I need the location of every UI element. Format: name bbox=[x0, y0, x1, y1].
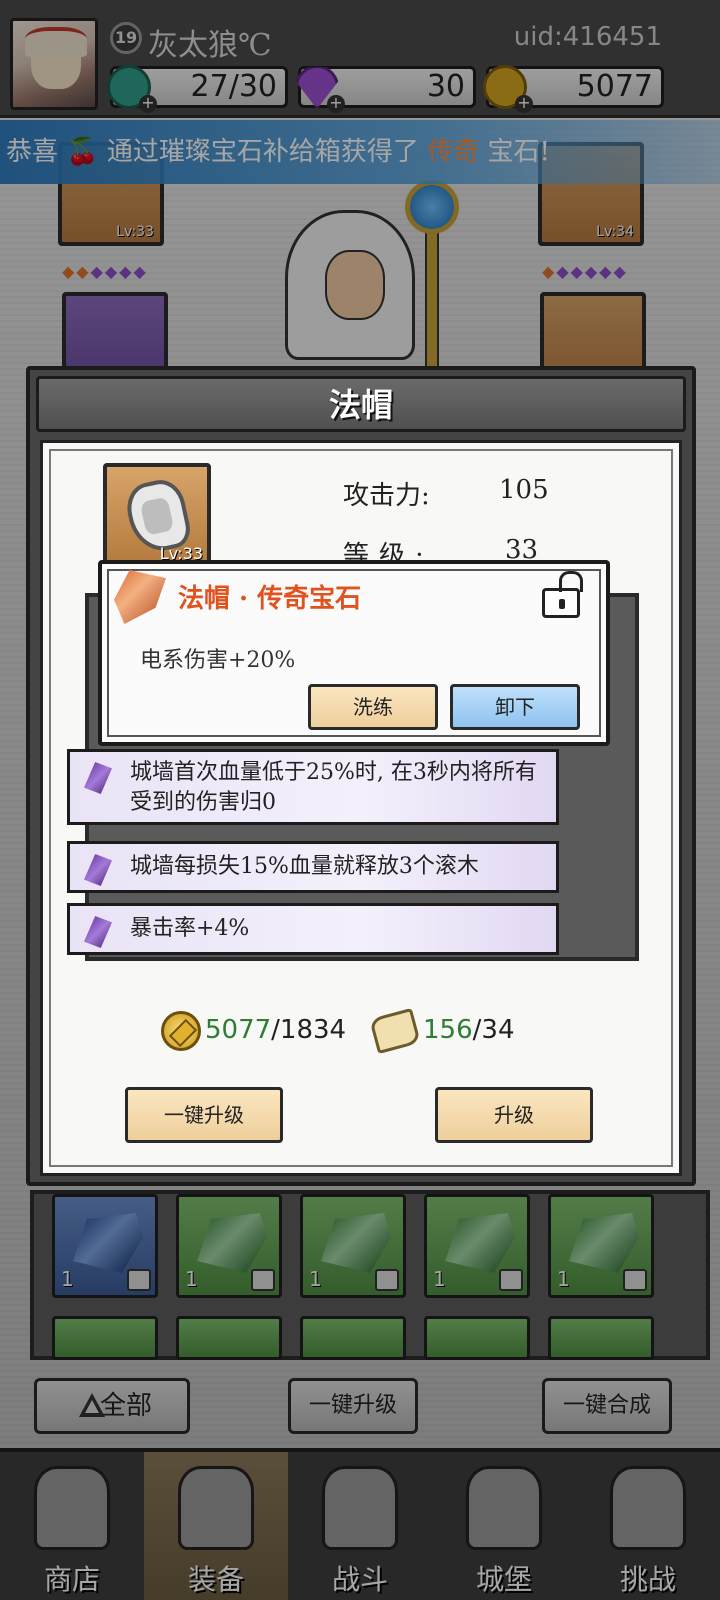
gold-coin-icon bbox=[161, 1011, 201, 1051]
item-icon: Lv:33 bbox=[103, 463, 211, 569]
scroll-have: 156 bbox=[423, 1015, 473, 1045]
dialog-title: 法帽 bbox=[328, 386, 393, 424]
purple-gem-icon bbox=[84, 916, 112, 948]
gold-have: 5077 bbox=[205, 1015, 272, 1045]
gold-need: /1834 bbox=[271, 1015, 347, 1045]
reroll-button[interactable]: 洗练 bbox=[308, 684, 438, 730]
scroll-cost: 156/34 bbox=[423, 1015, 514, 1045]
affix-item: 暴击率+4% bbox=[67, 903, 559, 955]
gem-title: 法帽 · 传奇宝石 bbox=[178, 584, 362, 614]
dialog-title-bar: 法帽 bbox=[36, 376, 686, 432]
affix-text: 城墙首次血量低于25%时, 在3秒内将所有受到的伤害归0 bbox=[130, 760, 537, 815]
affix-item: 城墙首次血量低于25%时, 在3秒内将所有受到的伤害归0 bbox=[67, 749, 559, 825]
attack-label: 攻击力: bbox=[343, 481, 430, 511]
scroll-icon bbox=[369, 1007, 421, 1055]
unequip-button[interactable]: 卸下 bbox=[450, 684, 580, 730]
gem-description: 电系伤害+20% bbox=[140, 648, 296, 673]
legendary-gem-icon bbox=[114, 570, 166, 624]
gold-cost: 5077/1834 bbox=[205, 1015, 346, 1045]
gem-detail-popup: 法帽 · 传奇宝石 电系伤害+20% 洗练 卸下 bbox=[98, 560, 610, 746]
upgrade-button[interactable]: 升级 bbox=[435, 1087, 593, 1143]
item-detail-dialog: 法帽 Lv:33 攻击力: 105 等级: 33 城墙首次血量低于25%时, 在… bbox=[26, 366, 696, 1186]
affix-text: 城墙每损失15%血量就释放3个滚木 bbox=[130, 854, 479, 879]
one-click-upgrade-button[interactable]: 一键升级 bbox=[125, 1087, 283, 1143]
scroll-need: /34 bbox=[472, 1015, 515, 1045]
attack-value: 105 bbox=[499, 475, 549, 505]
affix-text: 暴击率+4% bbox=[130, 916, 250, 941]
purple-gem-icon bbox=[84, 762, 112, 794]
unlock-icon[interactable] bbox=[542, 571, 583, 618]
dialog-body: Lv:33 攻击力: 105 等级: 33 城墙首次血量低于25%时, 在3秒内… bbox=[40, 440, 682, 1176]
affix-item: 城墙每损失15%血量就释放3个滚木 bbox=[67, 841, 559, 893]
purple-gem-icon bbox=[84, 854, 112, 886]
